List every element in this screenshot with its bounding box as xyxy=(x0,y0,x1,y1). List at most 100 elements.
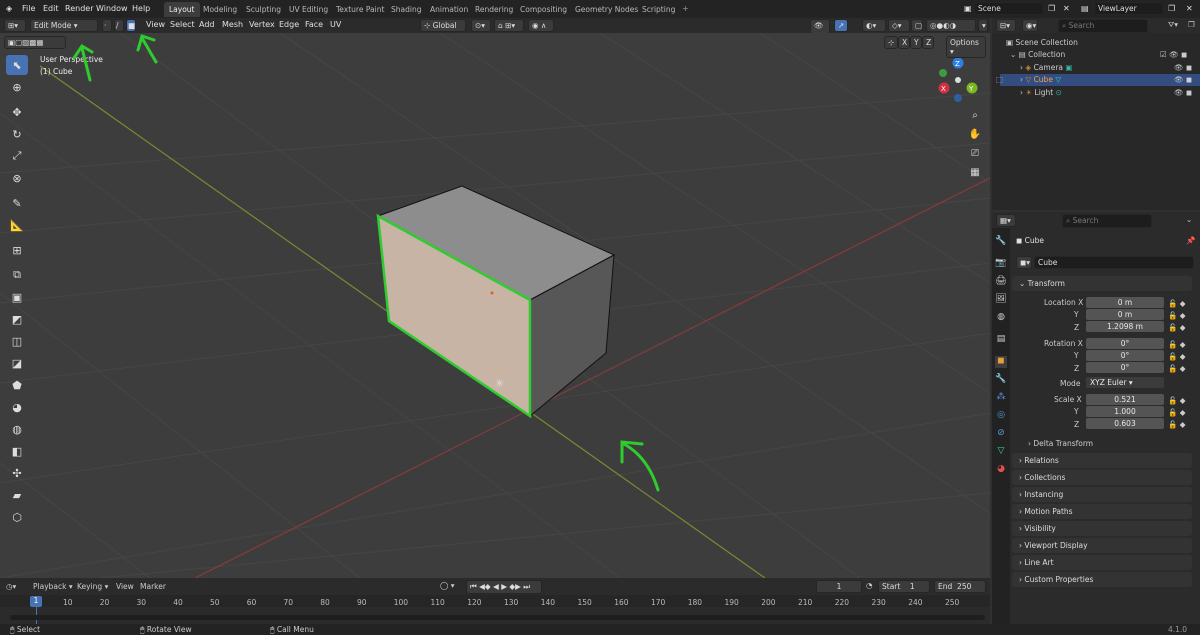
snap-icon[interactable]: ⌂ ⊞▾ xyxy=(494,19,524,32)
object-name-field[interactable]: Cube xyxy=(1034,256,1194,269)
menu-edge[interactable]: Edge xyxy=(279,20,299,29)
move-icon[interactable]: ✥ xyxy=(6,102,28,122)
outliner-search-input[interactable]: ⌕ Search xyxy=(1058,19,1148,33)
camera-view-icon[interactable]: ⎚ xyxy=(966,145,984,161)
cube-mesh[interactable]: ✳ xyxy=(370,183,630,423)
shading-modes-icon[interactable]: ◎●◐◑ xyxy=(926,19,976,32)
perspective-toggle-icon[interactable]: ▦ xyxy=(966,164,984,180)
shading-options-icon[interactable]: ▾ xyxy=(978,19,988,32)
spin-icon[interactable]: ◕ xyxy=(6,397,28,417)
knife-icon[interactable]: ◪ xyxy=(6,353,28,373)
motion-paths-panel[interactable]: › Motion Paths xyxy=(1012,504,1192,519)
delete-view-layer-icon[interactable]: ✕ xyxy=(1186,4,1193,13)
measure-icon[interactable]: 📐 xyxy=(6,215,28,235)
menu-face[interactable]: Face xyxy=(305,20,323,29)
extrude-icon[interactable]: ⧉ xyxy=(6,265,28,285)
particles-tab-icon[interactable]: ⁂ xyxy=(995,392,1007,404)
transform-icon[interactable]: ⊗ xyxy=(6,168,28,188)
pivot-icon[interactable]: ⊙▾ xyxy=(471,19,491,32)
menu-mesh[interactable]: Mesh xyxy=(222,20,243,29)
props-editor-icon[interactable]: ▦▾ xyxy=(996,214,1016,227)
orientation-dropdown[interactable]: ⊹ Global xyxy=(420,19,466,32)
custom-properties-panel[interactable]: › Custom Properties xyxy=(1012,572,1192,587)
collection-item[interactable]: ⌄ ▤ Collection xyxy=(1010,50,1065,59)
cube-visibility-icon[interactable]: 👁 ◼ xyxy=(1174,75,1192,84)
view-layer-icon[interactable]: ▤ xyxy=(1081,4,1089,13)
new-view-layer-icon[interactable]: ❐ xyxy=(1168,4,1175,13)
menu-playback[interactable]: Playback ▾ xyxy=(33,582,73,591)
overlay-icon[interactable]: ◐▾ xyxy=(862,19,886,32)
tab-texture-paint[interactable]: Texture Paint xyxy=(331,2,389,17)
mesh-overlay-icon[interactable]: ◇▾ xyxy=(888,19,910,32)
add-cube-icon[interactable]: ⊞ xyxy=(6,240,28,260)
3d-viewport[interactable]: User Perspective (1) Cube ✳ Z X Y ⌕ ✋ ⎚ … xyxy=(0,33,990,578)
filter-icon[interactable]: ⛛▾ xyxy=(1168,20,1178,30)
object-type-icon[interactable]: ◼▾ xyxy=(1016,256,1032,269)
line-art-panel[interactable]: › Line Art xyxy=(1012,555,1192,570)
add-workspace-icon[interactable]: + xyxy=(682,4,689,13)
location-y-field[interactable]: 0 m xyxy=(1086,309,1164,320)
rip-region-icon[interactable]: ⬡ xyxy=(6,507,28,527)
scale-y-field[interactable]: 1.000 xyxy=(1086,406,1164,417)
rotate-icon[interactable]: ↻ xyxy=(6,124,28,144)
scale-icon[interactable]: ⤢ xyxy=(6,146,28,166)
proportional-edit-icon[interactable]: ◉ ∧ xyxy=(528,19,554,32)
playback-controls[interactable]: ⏮ ◀◆ ◀ ▶ ◆▶ ⏭ xyxy=(466,580,542,594)
tab-compositing[interactable]: Compositing xyxy=(515,2,572,17)
instancing-panel[interactable]: › Instancing xyxy=(1012,487,1192,502)
tab-scripting[interactable]: Scripting xyxy=(637,2,680,17)
tab-uv-editing[interactable]: UV Editing xyxy=(284,2,333,17)
location-z-field[interactable]: 1.2098 m xyxy=(1086,321,1164,332)
camera-item[interactable]: › ◈ Camera ▣ xyxy=(1020,63,1072,72)
annotate-icon[interactable]: ✎ xyxy=(6,193,28,213)
auto-key-icon[interactable]: ◯ ▾ xyxy=(440,581,455,590)
menu-timeline-view[interactable]: View xyxy=(116,582,134,591)
bevel-icon[interactable]: ◩ xyxy=(6,309,28,329)
inset-icon[interactable]: ▣ xyxy=(6,287,28,307)
pin-options-icon[interactable]: ⌄ xyxy=(1186,215,1192,224)
tab-rendering[interactable]: Rendering xyxy=(470,2,518,17)
tool-tab-icon[interactable]: 🔧 xyxy=(995,236,1007,248)
delta-transform-panel[interactable]: › Delta Transform xyxy=(1028,439,1093,448)
smooth-icon[interactable]: ◍ xyxy=(6,419,28,439)
tab-shading[interactable]: Shading xyxy=(386,2,426,17)
timeline-editor-icon[interactable]: ◷▾ xyxy=(6,582,16,591)
scale-x-field[interactable]: 0.521 xyxy=(1086,394,1164,405)
tab-sculpting[interactable]: Sculpting xyxy=(241,2,286,17)
object-tab-icon[interactable]: ◼ xyxy=(995,356,1007,368)
shear-icon[interactable]: ▰ xyxy=(6,485,28,505)
location-lock-icons[interactable]: 🔓 ◆ 🔓 ◆ 🔓 ◆ xyxy=(1168,298,1186,334)
camera-visibility-icon[interactable]: 👁 ◼ xyxy=(1174,63,1192,72)
zoom-icon[interactable]: ⌕ xyxy=(966,107,984,123)
cube-item[interactable]: › ▽ Cube ▽ xyxy=(1020,75,1061,84)
tab-animation[interactable]: Animation xyxy=(425,2,473,17)
world-tab-icon[interactable]: ▤ xyxy=(995,334,1007,346)
modifier-tab-icon[interactable]: 🔧 xyxy=(995,374,1007,386)
scene-icon[interactable]: ▣ xyxy=(964,4,972,13)
rotation-mode-dropdown[interactable]: XYZ Euler ▾ xyxy=(1086,377,1164,388)
options-dropdown[interactable]: Options ▾ xyxy=(946,36,986,58)
select-box-icon[interactable]: ⬉ xyxy=(6,55,28,75)
shrink-fatten-icon[interactable]: ✣ xyxy=(6,463,28,483)
menu-marker[interactable]: Marker xyxy=(140,582,166,591)
collection-checkbox-icon[interactable]: ☑ 👁 ◼ xyxy=(1160,50,1187,59)
tab-modeling[interactable]: Modeling xyxy=(198,2,242,17)
edge-slide-icon[interactable]: ◧ xyxy=(6,441,28,461)
rotation-z-field[interactable]: 0° xyxy=(1086,362,1164,373)
menu-vertex[interactable]: Vertex xyxy=(249,20,275,29)
playhead[interactable]: 1 xyxy=(30,596,42,607)
mirror-icon[interactable]: ⊹ xyxy=(884,36,898,49)
light-visibility-icon[interactable]: 👁 ◼ xyxy=(1174,88,1192,97)
constraints-tab-icon[interactable]: ⊘ xyxy=(995,428,1007,440)
menu-render[interactable]: Render xyxy=(65,4,93,13)
blender-logo-icon[interactable]: ◈ xyxy=(6,4,12,13)
pin-icon[interactable]: 📌 xyxy=(1186,236,1195,245)
scale-lock-icons[interactable]: 🔓 ◆ 🔓 ◆ 🔓 ◆ xyxy=(1168,395,1186,431)
material-tab-icon[interactable]: ◕ xyxy=(995,464,1007,476)
cursor-icon[interactable]: ⊕ xyxy=(6,77,28,97)
tab-geometry-nodes[interactable]: Geometry Nodes xyxy=(570,2,643,17)
viewport-display-panel[interactable]: › Viewport Display xyxy=(1012,538,1192,553)
location-x-field[interactable]: 0 m xyxy=(1086,297,1164,308)
new-collection-icon[interactable]: ❐ xyxy=(1188,20,1195,29)
timeline-scrollbar[interactable] xyxy=(10,615,985,620)
